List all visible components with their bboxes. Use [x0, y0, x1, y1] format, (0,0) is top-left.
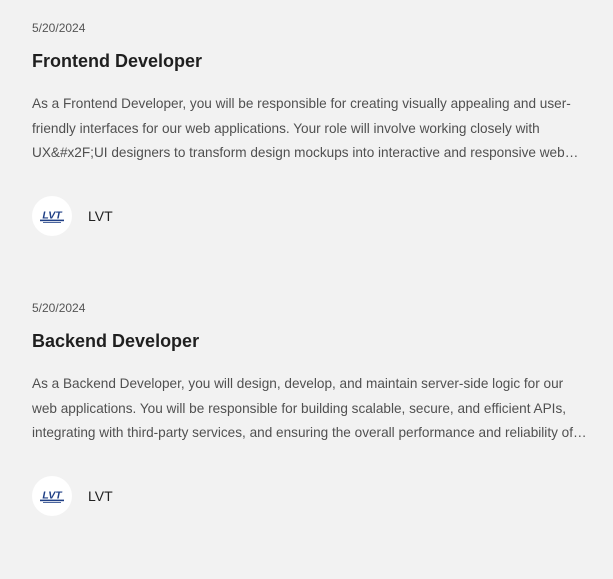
job-list: 5/20/2024 Frontend Developer As a Fronte… [0, 0, 613, 579]
job-title[interactable]: Frontend Developer [32, 49, 202, 73]
svg-text:LVT: LVT [42, 490, 63, 502]
svg-text:LVT: LVT [42, 210, 63, 222]
job-title[interactable]: Backend Developer [32, 329, 199, 353]
job-card-backend-developer[interactable]: 5/20/2024 Backend Developer As a Backend… [32, 300, 592, 560]
company-name[interactable]: LVT [88, 207, 113, 225]
lvt-logo-icon: LVT [32, 196, 72, 236]
company-info[interactable]: LVT LVT [32, 196, 113, 236]
job-description: As a Frontend Developer, you will be res… [32, 96, 571, 160]
job-date: 5/20/2024 [32, 301, 86, 315]
job-description: As a Backend Developer, you will design,… [32, 376, 574, 440]
lvt-logo-icon: LVT [32, 476, 72, 516]
company-name[interactable]: LVT [88, 487, 113, 505]
job-date: 5/20/2024 [32, 21, 86, 35]
job-card-frontend-developer[interactable]: 5/20/2024 Frontend Developer As a Fronte… [32, 20, 592, 280]
company-info[interactable]: LVT LVT [32, 476, 113, 516]
